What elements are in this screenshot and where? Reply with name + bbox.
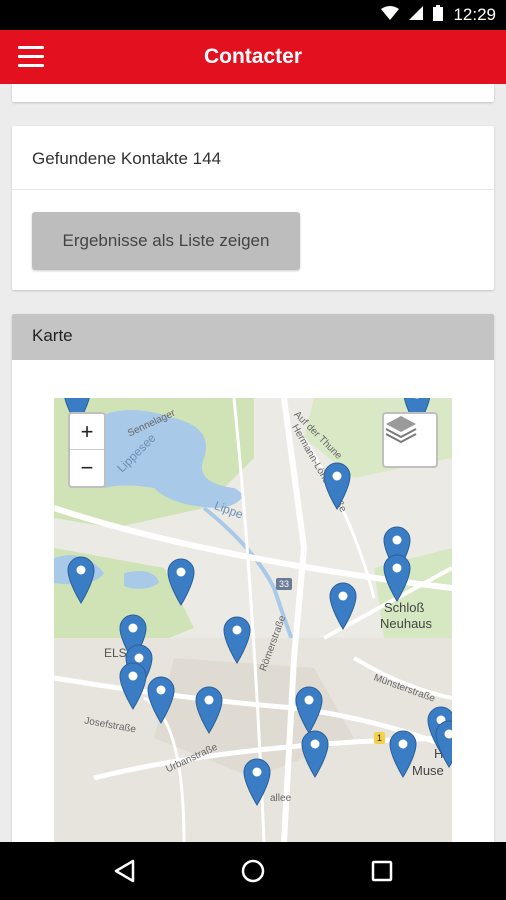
map-marker-icon[interactable]	[294, 684, 324, 734]
back-icon[interactable]	[104, 851, 144, 891]
results-card: Gefundene Kontakte 144 Ergebnisse als Li…	[12, 126, 494, 290]
zoom-control: + −	[68, 412, 106, 488]
status-bar: 12:29	[0, 0, 506, 30]
layers-icon[interactable]	[382, 412, 438, 468]
show-list-button[interactable]: Ergebnisse als Liste zeigen	[32, 212, 300, 270]
map-label-schloss-line-2: Neuhaus	[380, 616, 433, 631]
road-badge-33: 33	[276, 578, 293, 590]
map-marker-icon[interactable]	[434, 718, 452, 768]
app-title: Contacter	[203, 45, 303, 68]
map-label-schloss-line-1: Schloß	[384, 600, 425, 615]
map-marker-icon[interactable]	[146, 674, 176, 724]
map-marker-icon[interactable]	[166, 556, 196, 606]
recents-icon[interactable]	[362, 851, 402, 891]
home-icon[interactable]	[233, 851, 273, 891]
map-marker-icon[interactable]	[382, 552, 412, 602]
map-marker-icon[interactable]	[66, 554, 96, 604]
map-marker-icon[interactable]	[300, 728, 330, 778]
battery-icon	[433, 4, 444, 26]
map-marker-icon[interactable]	[388, 728, 418, 778]
contacts-found-count: Gefundene Kontakte 144	[12, 126, 494, 190]
map-view[interactable]: Sennelager Lippesee Lippe Hermann-Löns-S…	[54, 398, 452, 842]
map-marker-icon[interactable]	[194, 684, 224, 734]
previous-card	[12, 84, 494, 102]
status-clock: 12:29	[453, 5, 496, 24]
nav-bar	[0, 842, 506, 900]
zoom-in-button[interactable]: +	[70, 414, 104, 450]
app-bar: Contacter	[0, 30, 506, 84]
road-badge-1: 1	[374, 732, 386, 744]
map-marker-icon[interactable]	[328, 580, 358, 630]
wifi-icon	[381, 5, 400, 25]
map-label-allee: allee	[270, 793, 292, 804]
signal-icon	[409, 5, 424, 25]
map-marker-icon[interactable]	[242, 756, 272, 806]
map-marker-icon[interactable]	[322, 460, 352, 510]
map-marker-icon[interactable]	[118, 660, 148, 710]
map-card-header: Karte	[12, 314, 494, 360]
zoom-out-button[interactable]: −	[70, 450, 104, 486]
menu-icon[interactable]	[18, 46, 46, 68]
map-marker-icon[interactable]	[222, 614, 252, 664]
